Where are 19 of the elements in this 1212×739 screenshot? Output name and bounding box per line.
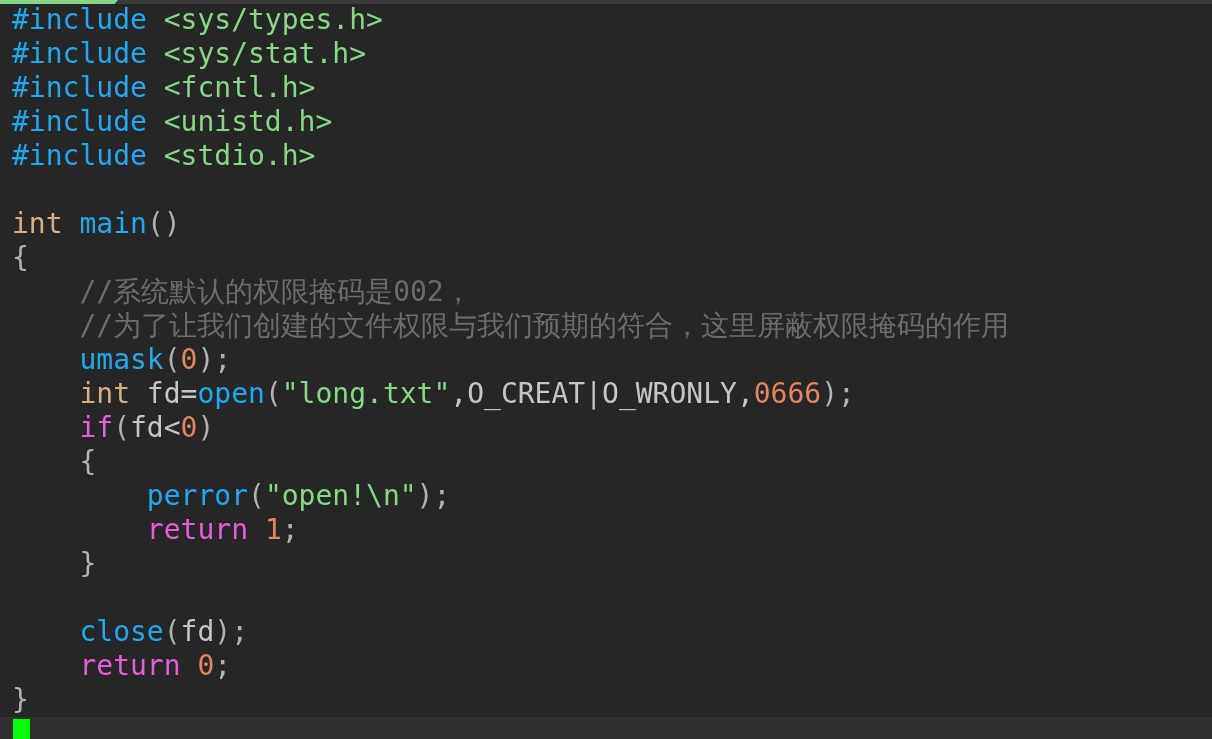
code-comment: //为了让我们创建的文件权限与我们预期的符合，这里屏蔽权限掩码的作用 [78,309,1010,343]
code-line: } [78,547,97,581]
code-comment: //系统默认的权限掩码是002， [78,275,472,309]
code-line: return 1; [145,513,299,547]
code-line: umask(0); [78,343,232,377]
code-line: #include <unistd.h> [12,105,333,139]
code-line: perror("open!\n"); [145,479,451,513]
code-line: #include <stdio.h> [12,139,316,173]
code-line: close(fd); [78,615,248,649]
code-line: } [12,683,29,717]
code-line: #include <sys/stat.h> [12,37,366,71]
code-line: { [12,241,29,275]
code-line: int fd=open("long.txt",O_CREAT|O_WRONLY,0666); [78,377,855,411]
code-line: { [78,445,97,479]
code-line: int main() [12,207,181,241]
code-line: #include <sys/types.h> [12,3,383,37]
code-line: #include <fcntl.h> [12,71,316,105]
code-line: if(fd<0) [78,411,215,445]
code-line: return 0; [78,649,232,683]
